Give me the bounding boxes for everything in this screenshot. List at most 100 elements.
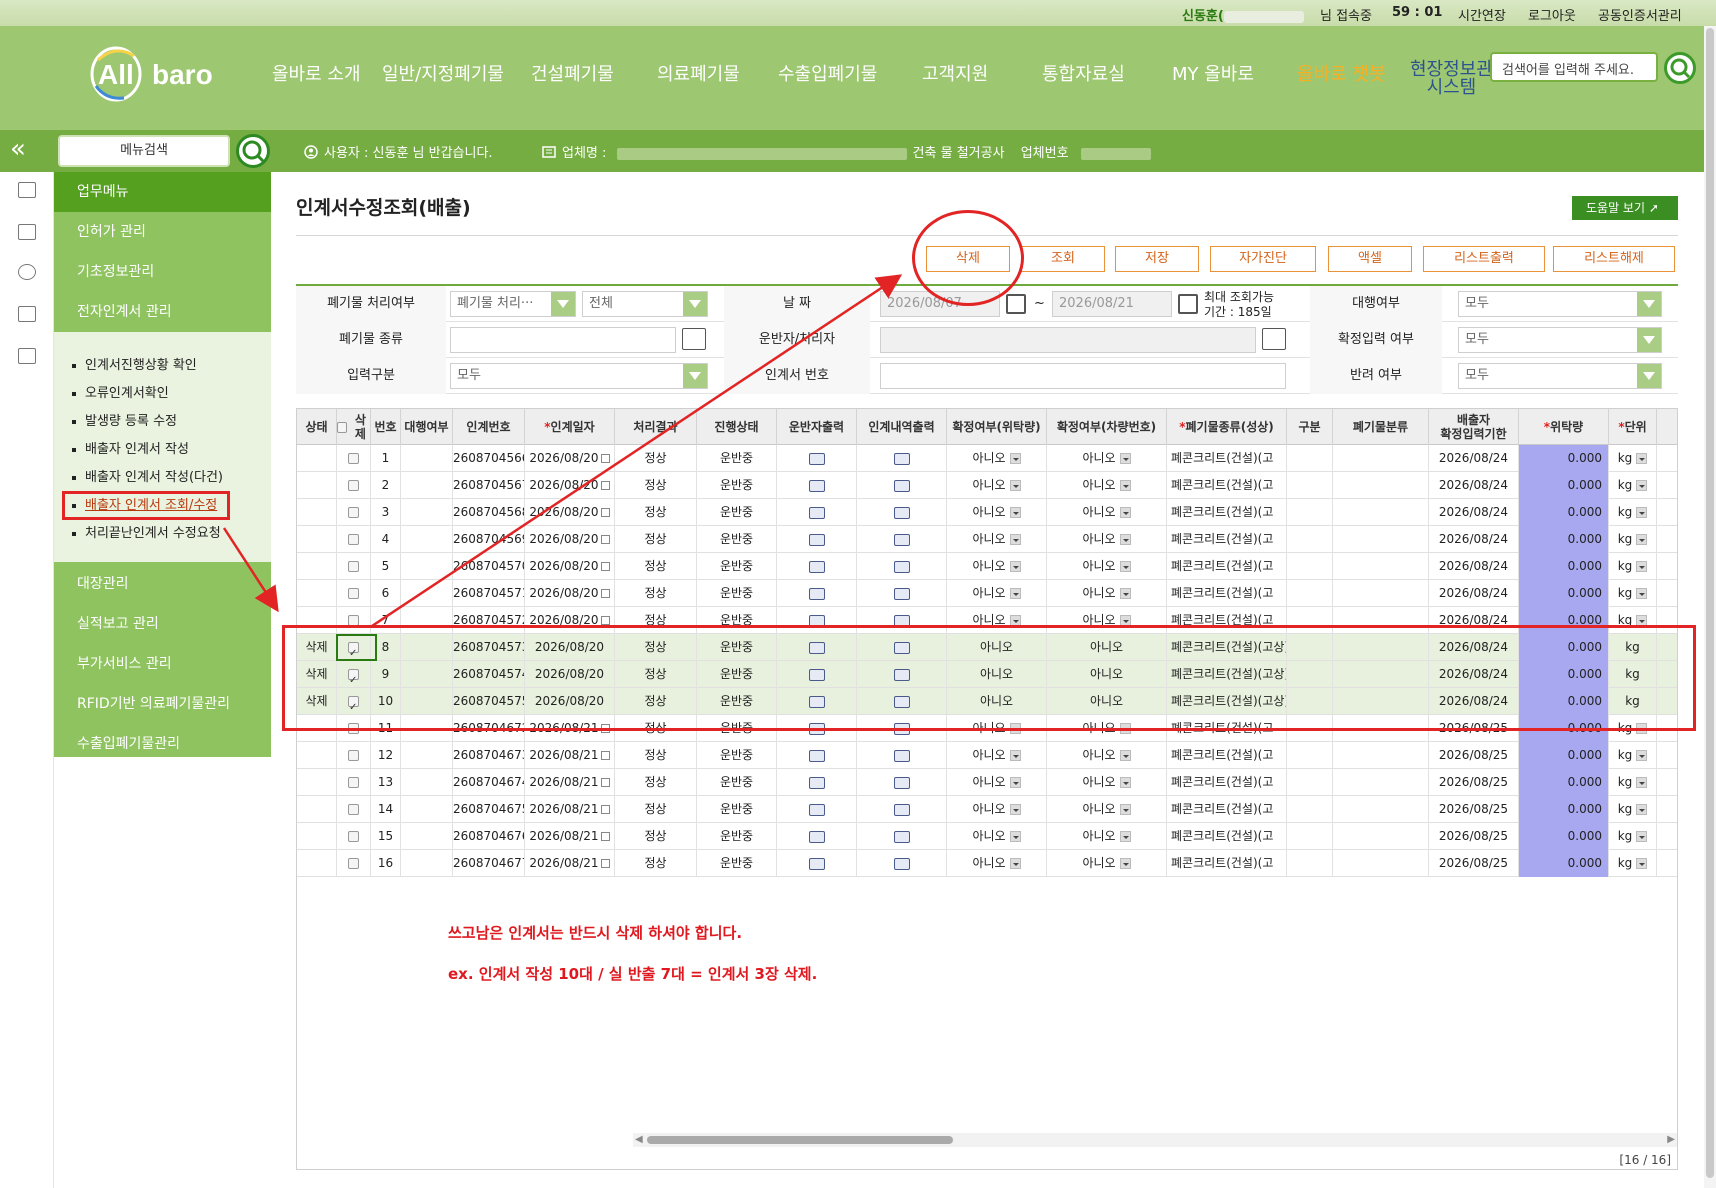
calendar-icon[interactable]	[600, 859, 610, 868]
return-select[interactable]: 모두	[1458, 363, 1662, 389]
chevron-down-icon[interactable]	[1636, 804, 1648, 815]
printer-icon[interactable]	[893, 776, 910, 789]
cell-carrier-print[interactable]	[777, 850, 857, 877]
table-row[interactable]: 1 2608704566 2026/08/20 정상 운반중 아니오 아니오 폐콘크리트(건설…	[297, 445, 1677, 472]
monitor-icon[interactable]	[18, 224, 36, 240]
slip-number-input[interactable]	[880, 363, 1286, 389]
scroll-right-icon[interactable]: ▶	[1667, 1134, 1675, 1145]
chevron-down-icon[interactable]	[1009, 561, 1021, 572]
cell-waste-type[interactable]: 폐콘크리트(건설)(고	[1167, 472, 1287, 499]
menu-search-button[interactable]	[236, 134, 270, 168]
cell-delete-check[interactable]	[337, 526, 371, 553]
side-item-rfid[interactable]: RFID기반 의료폐기물관리	[54, 684, 271, 724]
cell-confirm-qty[interactable]: 아니오	[947, 580, 1047, 607]
cell-detail-print[interactable]	[857, 580, 947, 607]
cell-confirm-qty[interactable]: 아니오	[947, 472, 1047, 499]
cell-unit[interactable]: kg	[1609, 742, 1657, 769]
printer-icon[interactable]	[808, 560, 825, 573]
chevron-down-icon[interactable]	[1119, 777, 1131, 788]
nav-chatbot[interactable]: 올바로 챗봇	[1297, 60, 1386, 86]
excel-button[interactable]: 액셀	[1328, 246, 1412, 272]
table-row[interactable]: 5 2608704570 2026/08/20 정상 운반중 아니오 아니오 폐콘크리트(건설…	[297, 553, 1677, 580]
cell-waste-type[interactable]: 폐콘크리트(건설)(고	[1167, 445, 1287, 472]
cell-waste-type[interactable]: 폐콘크리트(건설)(고	[1167, 769, 1287, 796]
cell-carrier-print[interactable]	[777, 445, 857, 472]
cell-detail-print[interactable]	[857, 472, 947, 499]
printer-icon[interactable]	[808, 776, 825, 789]
printer-icon[interactable]	[893, 452, 910, 465]
waste-processing-all-select[interactable]: 전체	[582, 291, 708, 317]
cell-waste-type[interactable]: 폐콘크리트(건설)(고	[1167, 499, 1287, 526]
printer-icon[interactable]	[893, 560, 910, 573]
cell-detail-print[interactable]	[857, 553, 947, 580]
cell-quantity[interactable]: 0.000	[1519, 850, 1609, 877]
calendar-icon[interactable]	[600, 805, 610, 814]
sub-item-error-slip[interactable]: 오류인계서확인	[72, 382, 169, 401]
chevron-down-icon[interactable]	[1119, 750, 1131, 761]
printer-icon[interactable]	[808, 803, 825, 816]
cell-detail-print[interactable]	[857, 823, 947, 850]
cell-carrier-print[interactable]	[777, 769, 857, 796]
cell-slip-date[interactable]: 2026/08/21	[525, 850, 615, 877]
cell-waste-type[interactable]: 폐콘크리트(건설)(고	[1167, 823, 1287, 850]
cell-quantity[interactable]: 0.000	[1519, 526, 1609, 553]
cell-waste-type[interactable]: 폐콘크리트(건설)(고	[1167, 742, 1287, 769]
cell-delete-check[interactable]	[337, 823, 371, 850]
chevron-down-icon[interactable]	[1009, 858, 1021, 869]
cell-unit[interactable]: kg	[1609, 526, 1657, 553]
cell-carrier-print[interactable]	[777, 823, 857, 850]
cell-detail-print[interactable]	[857, 796, 947, 823]
table-row[interactable]: 14 2608704675 2026/08/21 정상 운반중 아니오 아니오 폐콘크리트(건…	[297, 796, 1677, 823]
chevron-down-icon[interactable]	[1009, 777, 1021, 788]
carrier-input[interactable]	[880, 327, 1256, 353]
chevron-down-icon[interactable]	[1119, 588, 1131, 599]
table-row[interactable]: 15 2608704676 2026/08/21 정상 운반중 아니오 아니오 폐콘크리트(건…	[297, 823, 1677, 850]
cell-confirm-vehicle[interactable]: 아니오	[1047, 499, 1167, 526]
chevron-down-icon[interactable]	[1636, 750, 1648, 761]
row-checkbox[interactable]	[348, 561, 359, 572]
cell-delete-check[interactable]	[337, 796, 371, 823]
scroll-left-icon[interactable]: ◀	[635, 1134, 643, 1145]
cell-delete-check[interactable]	[337, 499, 371, 526]
cell-slip-date[interactable]: 2026/08/21	[525, 796, 615, 823]
nav-about[interactable]: 올바로 소개	[272, 60, 361, 86]
cell-delete-check[interactable]	[337, 445, 371, 472]
help-button[interactable]: 도움말 보기 ➚	[1572, 196, 1678, 220]
calendar-icon[interactable]	[600, 562, 610, 571]
printer-icon[interactable]	[893, 506, 910, 519]
vertical-scrollbar[interactable]	[1704, 26, 1716, 1188]
cell-waste-type[interactable]: 폐콘크리트(건설)(고	[1167, 850, 1287, 877]
input-type-select[interactable]: 모두	[450, 363, 708, 389]
cell-delete-check[interactable]	[337, 742, 371, 769]
chevron-down-icon[interactable]	[1119, 561, 1131, 572]
cell-confirm-qty[interactable]: 아니오	[947, 445, 1047, 472]
cell-quantity[interactable]: 0.000	[1519, 499, 1609, 526]
agent-select[interactable]: 모두	[1458, 291, 1662, 317]
cell-confirm-qty[interactable]: 아니오	[947, 553, 1047, 580]
chevron-down-icon[interactable]	[1119, 534, 1131, 545]
menu-search-input[interactable]: 메뉴검색	[58, 135, 230, 167]
cell-confirm-vehicle[interactable]: 아니오	[1047, 796, 1167, 823]
chevron-down-icon[interactable]	[1009, 480, 1021, 491]
sub-item-progress[interactable]: 인계서진행상황 확인	[72, 354, 197, 373]
chevron-down-icon[interactable]	[1119, 858, 1131, 869]
row-checkbox[interactable]	[348, 777, 359, 788]
printer-icon[interactable]	[893, 830, 910, 843]
chevron-down-icon[interactable]	[1636, 507, 1648, 518]
cell-unit[interactable]: kg	[1609, 850, 1657, 877]
collapse-menu-icon[interactable]: «	[10, 136, 26, 162]
cell-carrier-print[interactable]	[777, 526, 857, 553]
chevron-down-icon[interactable]	[1009, 588, 1021, 599]
printer-icon[interactable]	[808, 587, 825, 600]
horizontal-scroll-thumb[interactable]	[647, 1136, 953, 1144]
vertical-scroll-thumb[interactable]	[1706, 28, 1714, 1178]
waste-processing-select[interactable]: 폐기물 처리···	[450, 291, 576, 317]
cell-quantity[interactable]: 0.000	[1519, 823, 1609, 850]
chevron-down-icon[interactable]	[1009, 453, 1021, 464]
chevron-down-icon[interactable]	[1636, 858, 1648, 869]
row-checkbox[interactable]	[348, 588, 359, 599]
cell-quantity[interactable]: 0.000	[1519, 553, 1609, 580]
cell-delete-check[interactable]	[337, 553, 371, 580]
cell-detail-print[interactable]	[857, 850, 947, 877]
select-all-checkbox[interactable]	[337, 421, 347, 433]
